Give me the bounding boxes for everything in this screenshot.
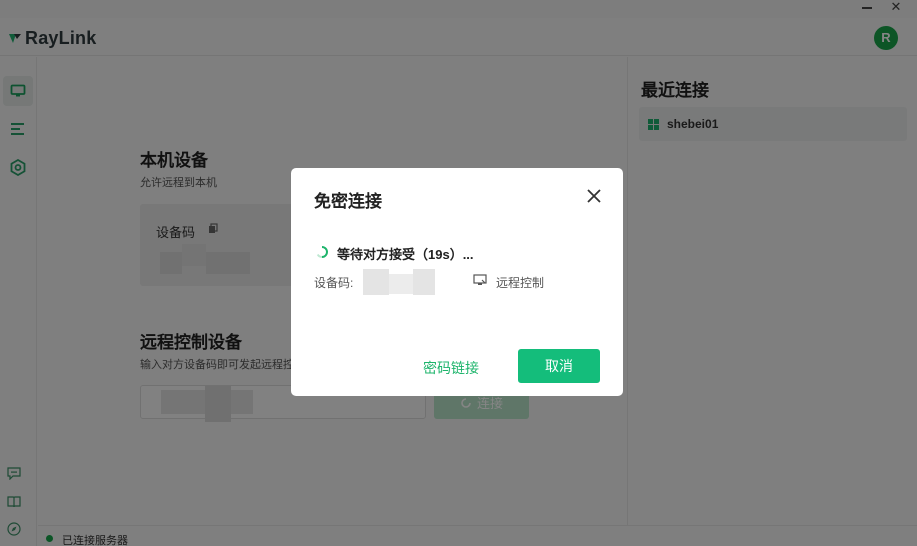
- dialog-code-redacted: [363, 269, 389, 295]
- waiting-status: 等待对方接受（19s）...: [337, 247, 474, 262]
- dialog-title: 免密连接: [314, 192, 382, 211]
- dialog-code-label: 设备码:: [314, 276, 354, 290]
- connection-mode-label: 远程控制: [496, 276, 545, 290]
- close-icon[interactable]: [585, 187, 603, 205]
- dialog-code-redacted: [413, 269, 435, 295]
- dialog-code-redacted: [389, 274, 413, 294]
- cancel-button[interactable]: 取消: [518, 349, 600, 383]
- passwordless-connect-dialog: 免密连接 等待对方接受（19s）... 设备码: 远程控制 密码链接 取消: [291, 168, 623, 396]
- remote-control-icon: [473, 274, 487, 285]
- password-link-button[interactable]: 密码链接: [423, 358, 479, 378]
- loading-spinner-icon: [316, 246, 328, 258]
